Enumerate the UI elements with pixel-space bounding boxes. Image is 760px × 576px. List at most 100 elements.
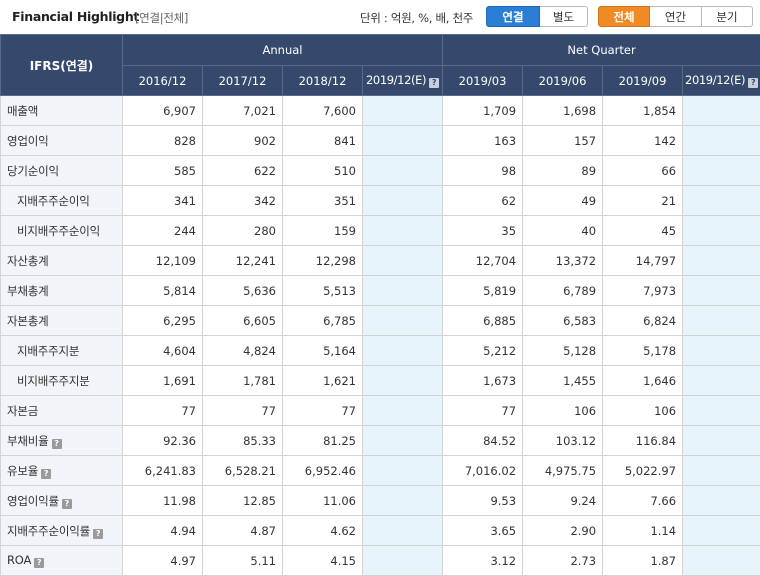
table-cell bbox=[683, 486, 760, 516]
table-cell: 77 bbox=[123, 396, 203, 426]
period-annual-button[interactable]: 연간 bbox=[650, 6, 702, 27]
table-cell: 351 bbox=[283, 186, 363, 216]
table-cell: 157 bbox=[523, 126, 603, 156]
period-all-button[interactable]: 전체 bbox=[598, 6, 650, 27]
table-cell: 342 bbox=[203, 186, 283, 216]
question-mark-icon[interactable]: ? bbox=[34, 558, 44, 568]
table-cell: 12,298 bbox=[283, 246, 363, 276]
table-cell bbox=[683, 456, 760, 486]
table-cell: 9.53 bbox=[443, 486, 523, 516]
column-header-label: 2019/12(E) bbox=[366, 73, 426, 87]
row-label: 자본총계 bbox=[1, 306, 123, 336]
question-mark-icon[interactable]: ? bbox=[748, 78, 758, 88]
financial-highlight-table: IFRS(연결) Annual Net Quarter 2016/12 2017… bbox=[0, 34, 760, 576]
table-cell: 81.25 bbox=[283, 426, 363, 456]
column-header: 2018/12 bbox=[283, 66, 363, 96]
table-cell: 6,952.46 bbox=[283, 456, 363, 486]
table-cell: 92.36 bbox=[123, 426, 203, 456]
table-cell: 77 bbox=[203, 396, 283, 426]
table-cell: 1,455 bbox=[523, 366, 603, 396]
row-label: 비지배주주지분 bbox=[1, 366, 123, 396]
table-cell: 7,016.02 bbox=[443, 456, 523, 486]
table-row: 자산총계12,10912,24112,29812,70413,37214,797 bbox=[1, 246, 760, 276]
table-cell: 6,528.21 bbox=[203, 456, 283, 486]
table-cell bbox=[363, 396, 443, 426]
row-label-text: 자본총계 bbox=[7, 314, 49, 328]
table-cell: 1,709 bbox=[443, 96, 523, 126]
table-cell: 9.24 bbox=[523, 486, 603, 516]
table-cell: 1.14 bbox=[603, 516, 683, 546]
question-mark-icon[interactable]: ? bbox=[429, 78, 439, 88]
table-body: 매출액6,9077,0217,6001,7091,6981,854영업이익828… bbox=[1, 96, 760, 576]
table-cell bbox=[363, 216, 443, 246]
table-cell: 5,819 bbox=[443, 276, 523, 306]
table-cell: 106 bbox=[523, 396, 603, 426]
table-cell bbox=[683, 426, 760, 456]
row-label: 자산총계 bbox=[1, 246, 123, 276]
table-cell: 7.66 bbox=[603, 486, 683, 516]
table-cell: 4.62 bbox=[283, 516, 363, 546]
row-label: 영업이익률? bbox=[1, 486, 123, 516]
consolidated-button[interactable]: 연결 bbox=[486, 6, 540, 27]
table-cell: 244 bbox=[123, 216, 203, 246]
row-label: 지배주주지분 bbox=[1, 336, 123, 366]
table-cell: 11.06 bbox=[283, 486, 363, 516]
table-cell bbox=[363, 126, 443, 156]
table-cell bbox=[363, 96, 443, 126]
table-cell bbox=[683, 156, 760, 186]
table-cell: 85.33 bbox=[203, 426, 283, 456]
table-cell: 1,854 bbox=[603, 96, 683, 126]
table-cell: 5,814 bbox=[123, 276, 203, 306]
table-row: 지배주주순이익341342351624921 bbox=[1, 186, 760, 216]
question-mark-icon[interactable]: ? bbox=[93, 529, 103, 539]
table-cell: 828 bbox=[123, 126, 203, 156]
table-cell bbox=[683, 246, 760, 276]
period-quarter-button[interactable]: 분기 bbox=[702, 6, 753, 27]
table-cell: 7,973 bbox=[603, 276, 683, 306]
table-cell: 49 bbox=[523, 186, 603, 216]
top-bar: Financial Highlight [연결|전체] 단위 : 억원, %, … bbox=[0, 0, 760, 34]
question-mark-icon[interactable]: ? bbox=[41, 469, 51, 479]
section-title: Financial Highlight bbox=[12, 9, 139, 24]
row-label-text: 자산총계 bbox=[7, 254, 49, 268]
table-row: 부채총계5,8145,6365,5135,8196,7897,973 bbox=[1, 276, 760, 306]
column-header-estimate: 2019/12(E)? bbox=[683, 66, 760, 96]
table-cell: 2.90 bbox=[523, 516, 603, 546]
row-label: 지배주주순이익률? bbox=[1, 516, 123, 546]
table-row: 유보율?6,241.836,528.216,952.467,016.024,97… bbox=[1, 456, 760, 486]
table-cell: 7,600 bbox=[283, 96, 363, 126]
table-cell: 5,636 bbox=[203, 276, 283, 306]
table-cell: 1,781 bbox=[203, 366, 283, 396]
table-cell: 6,295 bbox=[123, 306, 203, 336]
table-cell bbox=[683, 126, 760, 156]
table-cell: 12,241 bbox=[203, 246, 283, 276]
table-cell: 4.15 bbox=[283, 546, 363, 576]
table-cell: 6,785 bbox=[283, 306, 363, 336]
table-cell: 35 bbox=[443, 216, 523, 246]
table-cell: 77 bbox=[443, 396, 523, 426]
table-cell: 106 bbox=[603, 396, 683, 426]
table-cell: 3.65 bbox=[443, 516, 523, 546]
separate-button[interactable]: 별도 bbox=[540, 6, 588, 27]
table-cell bbox=[363, 306, 443, 336]
table-cell: 902 bbox=[203, 126, 283, 156]
table-cell: 5,164 bbox=[283, 336, 363, 366]
table-row: 부채비율?92.3685.3381.2584.52103.12116.84 bbox=[1, 426, 760, 456]
table-cell: 14,797 bbox=[603, 246, 683, 276]
question-mark-icon[interactable]: ? bbox=[62, 499, 72, 509]
row-label-text: 영업이익 bbox=[7, 134, 49, 148]
column-header: 2017/12 bbox=[203, 66, 283, 96]
row-label-text: 부채총계 bbox=[7, 284, 49, 298]
row-label: 비지배주주순이익 bbox=[1, 216, 123, 246]
table-cell: 89 bbox=[523, 156, 603, 186]
period-toggle: 전체 연간 분기 bbox=[598, 6, 753, 27]
table-cell: 103.12 bbox=[523, 426, 603, 456]
column-header: 2016/12 bbox=[123, 66, 203, 96]
question-mark-icon[interactable]: ? bbox=[52, 439, 62, 449]
table-cell bbox=[683, 336, 760, 366]
row-label-text: 부채비율 bbox=[7, 434, 49, 448]
table-cell bbox=[363, 336, 443, 366]
table-cell: 77 bbox=[283, 396, 363, 426]
column-header: 2019/09 bbox=[603, 66, 683, 96]
row-label-text: 비지배주주순이익 bbox=[17, 224, 100, 238]
